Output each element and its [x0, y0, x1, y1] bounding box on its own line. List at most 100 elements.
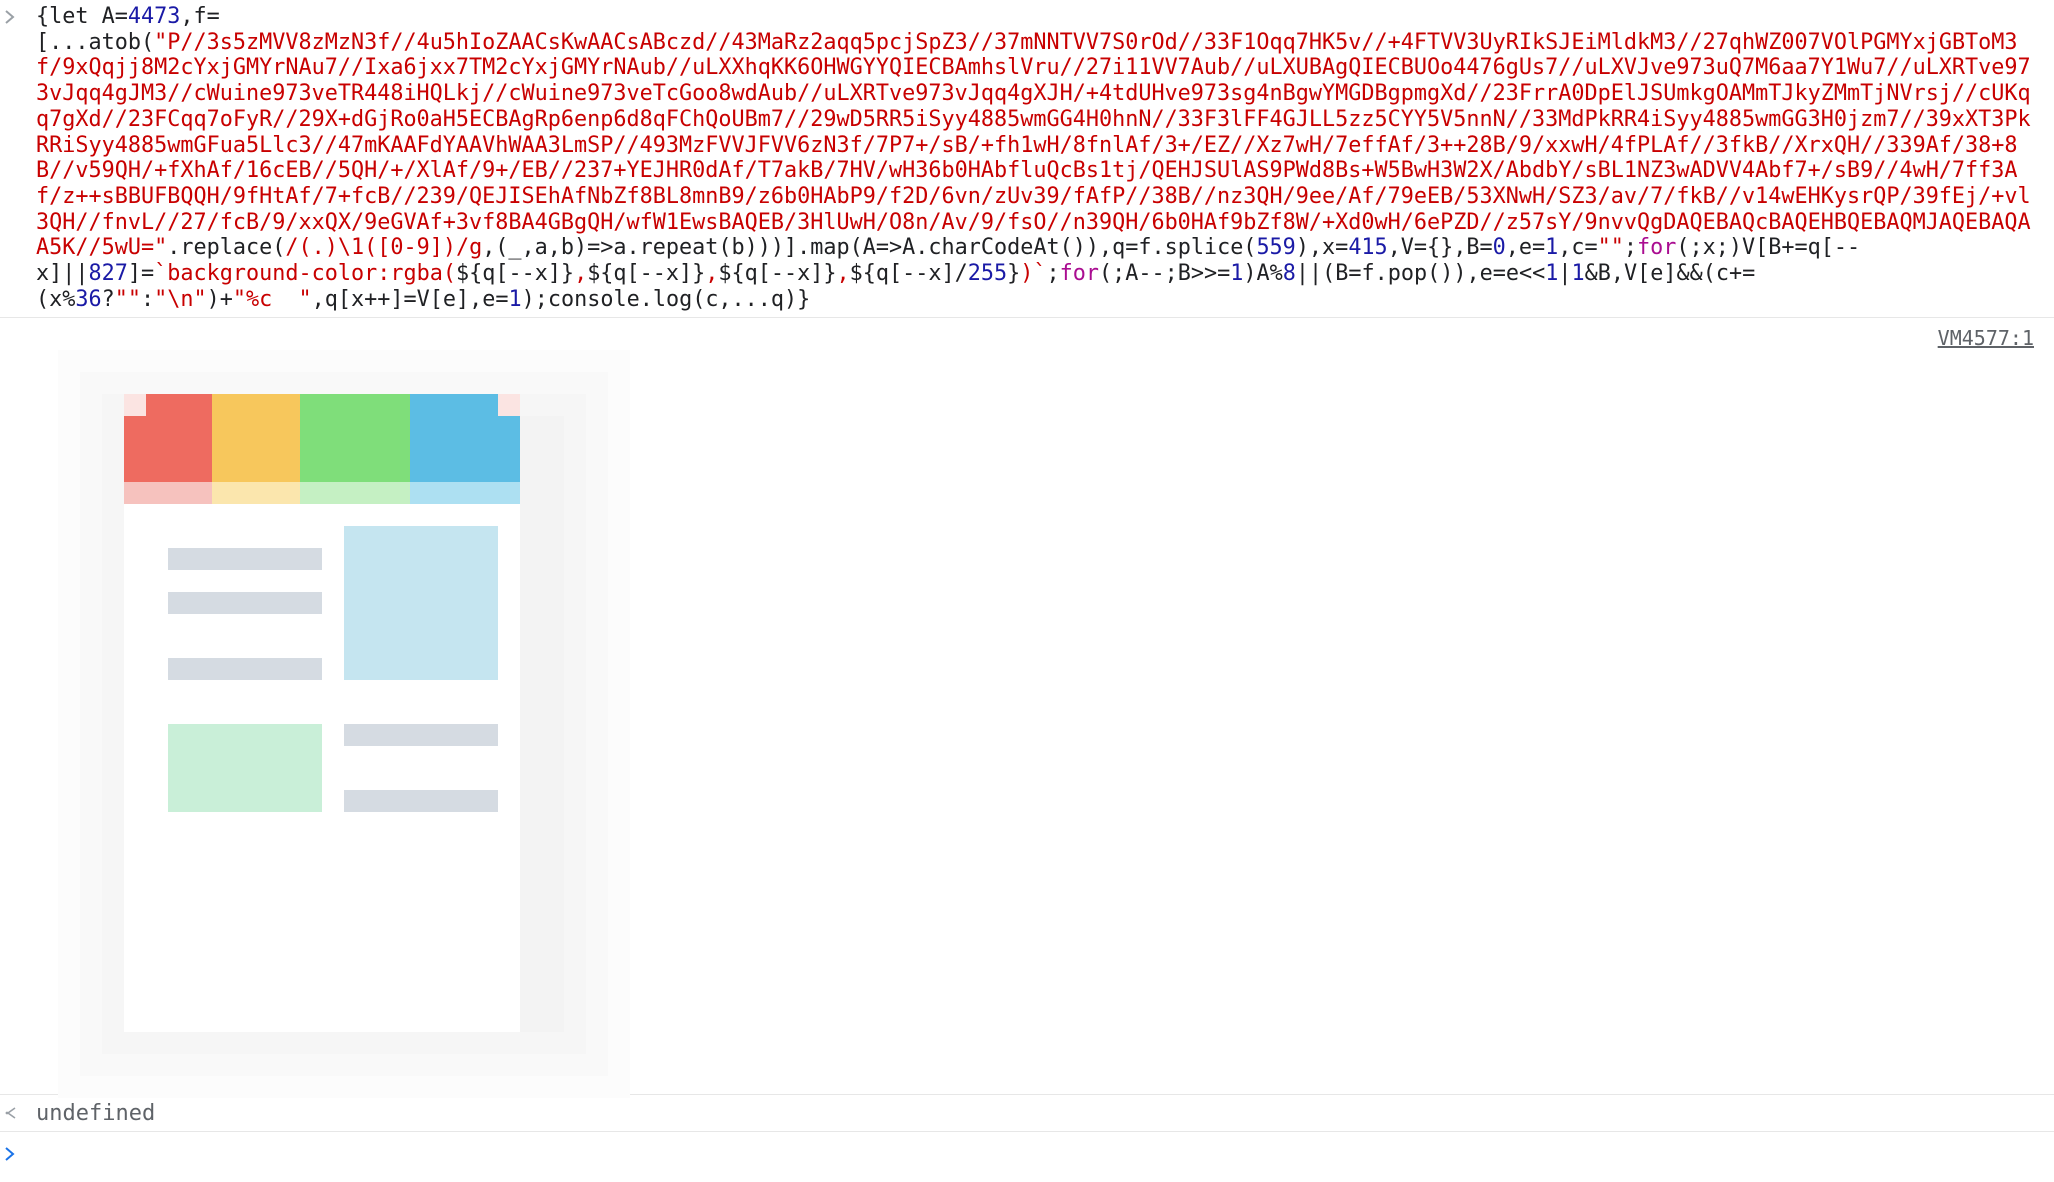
art-pixel: [586, 614, 608, 636]
art-pixel: [432, 900, 454, 922]
art-pixel: [168, 438, 190, 460]
art-pixel: [520, 768, 542, 790]
art-pixel: [80, 680, 102, 702]
art-pixel: [256, 834, 278, 856]
art-pixel: [476, 526, 498, 548]
art-pixel: [608, 768, 630, 790]
art-pixel: [608, 416, 630, 438]
art-pixel: [124, 812, 146, 834]
art-pixel: [80, 812, 102, 834]
art-pixel: [234, 570, 256, 592]
art-pixel: [190, 482, 212, 504]
art-pixel: [102, 834, 124, 856]
art-pixel: [234, 614, 256, 636]
art-pixel: [498, 944, 520, 966]
console-input-field[interactable]: [36, 1140, 2030, 1172]
art-pixel: [410, 592, 432, 614]
art-pixel: [256, 1010, 278, 1032]
art-pixel: [366, 372, 388, 394]
art-pixel: [278, 988, 300, 1010]
art-pixel: [388, 812, 410, 834]
art-pixel: [498, 790, 520, 812]
art-pixel: [476, 768, 498, 790]
art-pixel: [388, 966, 410, 988]
art-pixel: [124, 944, 146, 966]
art-pixel: [608, 460, 630, 482]
art-pixel: [476, 1032, 498, 1054]
art-pixel: [520, 372, 542, 394]
art-pixel: [234, 988, 256, 1010]
art-pixel: [212, 526, 234, 548]
art-pixel: [278, 856, 300, 878]
source-link[interactable]: VM4577:1: [1938, 326, 2034, 350]
art-pixel: [542, 1054, 564, 1076]
art-pixel: [410, 680, 432, 702]
art-pixel: [520, 570, 542, 592]
art-pixel: [542, 790, 564, 812]
art-pixel: [454, 658, 476, 680]
art-pixel: [58, 438, 80, 460]
art-pixel: [608, 790, 630, 812]
art-pixel: [498, 878, 520, 900]
art-pixel: [608, 834, 630, 856]
art-pixel: [300, 350, 322, 372]
art-pixel: [366, 504, 388, 526]
art-pixel: [80, 372, 102, 394]
art-pixel: [608, 988, 630, 1010]
art-pixel: [344, 768, 366, 790]
art-pixel: [146, 614, 168, 636]
art-pixel: [366, 988, 388, 1010]
art-pixel: [124, 372, 146, 394]
art-pixel: [520, 856, 542, 878]
art-pixel: [146, 1010, 168, 1032]
art-pixel: [278, 658, 300, 680]
art-pixel: [542, 1010, 564, 1032]
art-pixel: [498, 856, 520, 878]
art-pixel: [212, 482, 234, 504]
console-input-entry[interactable]: {let A=4473,f= [...atob("P//3s5zMVV8zMzN…: [0, 0, 2054, 318]
art-pixel: [498, 482, 520, 504]
art-pixel: [234, 878, 256, 900]
art-pixel: [498, 548, 520, 570]
art-pixel: [520, 790, 542, 812]
art-pixel: [102, 900, 124, 922]
art-pixel: [168, 746, 190, 768]
code-token: 1: [1545, 235, 1559, 261]
art-pixel: [344, 988, 366, 1010]
art-pixel: [432, 724, 454, 746]
art-pixel: [542, 746, 564, 768]
art-pixel: [102, 1054, 124, 1076]
art-pixel: [476, 372, 498, 394]
art-pixel: [124, 768, 146, 790]
art-pixel: [322, 790, 344, 812]
art-pixel: [80, 350, 102, 372]
art-pixel: [80, 658, 102, 680]
console-prompt[interactable]: [0, 1132, 2054, 1182]
art-pixel: [80, 570, 102, 592]
art-pixel: [476, 548, 498, 570]
art-pixel: [344, 1032, 366, 1054]
art-pixel: [388, 790, 410, 812]
art-pixel: [300, 746, 322, 768]
art-pixel: [58, 570, 80, 592]
art-pixel: [608, 812, 630, 834]
art-pixel: [542, 460, 564, 482]
art-pixel: [322, 812, 344, 834]
pixel-art-app-window-icon: [58, 350, 630, 1098]
art-pixel: [476, 900, 498, 922]
art-pixel: [256, 438, 278, 460]
art-pixel: [432, 944, 454, 966]
art-pixel: [322, 636, 344, 658]
art-pixel: [476, 1054, 498, 1076]
art-pixel: [542, 988, 564, 1010]
art-pixel: [410, 658, 432, 680]
art-pixel: [124, 878, 146, 900]
art-pixel: [388, 372, 410, 394]
art-pixel: [542, 768, 564, 790]
art-pixel: [498, 592, 520, 614]
code-token: ,e=: [1505, 235, 1546, 261]
art-pixel: [344, 636, 366, 658]
art-pixel: [344, 438, 366, 460]
art-pixel: [80, 1010, 102, 1032]
art-pixel: [608, 1010, 630, 1032]
